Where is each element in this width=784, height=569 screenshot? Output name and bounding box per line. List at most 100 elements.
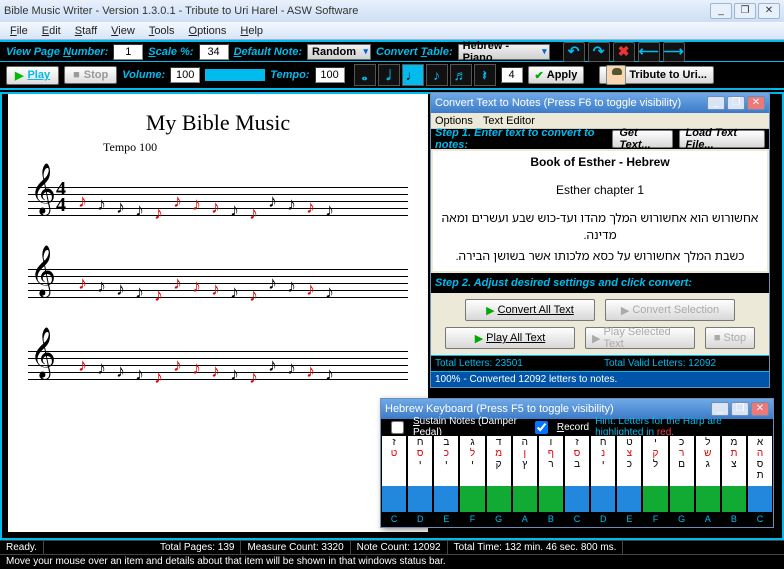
keyboard-key[interactable]: הןץA (512, 435, 538, 527)
note-value-input[interactable] (501, 67, 523, 83)
music-note[interactable]: ♪ (287, 358, 296, 379)
music-note[interactable]: ♪ (154, 367, 163, 388)
music-note[interactable]: ♪ (306, 279, 315, 300)
music-note[interactable]: ♪ (249, 203, 258, 224)
music-note[interactable]: ♪ (135, 364, 144, 385)
music-note[interactable]: ♪ (287, 276, 296, 297)
menu-options[interactable]: Options (183, 24, 233, 38)
menu-tools[interactable]: Tools (143, 24, 181, 38)
hkb-close-icon[interactable]: ✕ (751, 402, 769, 416)
tempo-input[interactable] (315, 67, 345, 83)
music-note[interactable]: ♪ (97, 276, 106, 297)
volume-slider[interactable] (205, 69, 265, 81)
menu-help[interactable]: Help (234, 24, 269, 38)
play-selected-button[interactable]: ▶Play Selected Text (585, 327, 695, 349)
music-note[interactable]: ♪ (173, 273, 182, 294)
music-note[interactable]: ♪ (154, 203, 163, 224)
delete-button[interactable] (613, 42, 635, 62)
play-all-button[interactable]: ▶Play All Text (445, 327, 575, 349)
default-note-select[interactable]: Random (307, 44, 371, 60)
music-note[interactable]: ♪ (268, 355, 277, 376)
music-note[interactable]: ♪ (116, 361, 125, 382)
keyboard-key[interactable]: מתצB (721, 435, 747, 527)
ctt-menu-options[interactable]: Options (435, 115, 473, 127)
redo-button[interactable] (588, 42, 610, 62)
menu-view[interactable]: View (105, 24, 141, 38)
convert-all-button[interactable]: ▶Convert All Text (465, 299, 595, 321)
keyboard-key[interactable]: חניD (590, 435, 616, 527)
menu-edit[interactable]: Edit (36, 24, 67, 38)
note-eighth[interactable]: ♪ (426, 64, 448, 86)
music-note[interactable]: ♪ (211, 361, 220, 382)
hkb-restore-icon[interactable]: ❐ (731, 402, 749, 416)
music-note[interactable]: ♪ (211, 197, 220, 218)
music-note[interactable]: ♪ (154, 285, 163, 306)
stop-button[interactable]: ■ Stop (64, 66, 117, 84)
keyboard-key[interactable]: כרםG (669, 435, 695, 527)
hkb-minimize-icon[interactable]: _ (711, 402, 729, 416)
keyboard-key[interactable]: זסבC (564, 435, 590, 527)
music-note[interactable]: ♪ (306, 361, 315, 382)
scale-input[interactable] (199, 44, 229, 60)
keyboard-key[interactable]: לשגA (695, 435, 721, 527)
convert-table-select[interactable]: Hebrew - Piano (458, 44, 550, 60)
music-note[interactable]: ♪ (116, 279, 125, 300)
music-note[interactable]: ♪ (78, 191, 87, 212)
music-note[interactable]: ♪ (268, 273, 277, 294)
convert-selection-button[interactable]: ▶Convert Selection (605, 299, 735, 321)
note-whole[interactable]: 𝅝 (354, 64, 376, 86)
window-restore-icon[interactable]: ❐ (734, 3, 756, 19)
window-close-icon[interactable]: ✕ (758, 3, 780, 19)
get-text-button[interactable]: Get Text... (612, 130, 672, 148)
music-note[interactable]: ♪ (211, 279, 220, 300)
music-note[interactable]: ♪ (97, 358, 106, 379)
menu-file[interactable]: File (4, 24, 34, 38)
keyboard-key[interactable]: דמקG (486, 435, 512, 527)
play-button[interactable]: ▶Play (6, 66, 59, 85)
menu-staff[interactable]: Staff (69, 24, 103, 38)
sustain-checkbox[interactable] (391, 421, 404, 434)
music-note[interactable]: ♪ (249, 367, 258, 388)
music-note[interactable]: ♪ (325, 282, 334, 303)
nav-right-button[interactable] (663, 42, 685, 62)
music-note[interactable]: ♪ (192, 358, 201, 379)
music-note[interactable]: ♪ (192, 276, 201, 297)
ctt-stop-button[interactable]: ■ Stop (705, 327, 755, 349)
dialog-close-icon[interactable]: ✕ (747, 96, 765, 110)
keyboard-key[interactable]: אהסתC (747, 435, 773, 527)
apply-button[interactable]: ✔Apply (528, 66, 585, 84)
window-minimize-icon[interactable]: _ (710, 3, 732, 19)
dialog-minimize-icon[interactable]: _ (707, 96, 725, 110)
music-note[interactable]: ♪ (230, 200, 239, 221)
note-sixteenth[interactable]: ♬ (450, 64, 472, 86)
load-text-file-button[interactable]: Load Text File... (679, 130, 765, 148)
music-note[interactable]: ♪ (230, 282, 239, 303)
music-note[interactable]: ♪ (306, 197, 315, 218)
music-note[interactable]: ♪ (173, 191, 182, 212)
dialog-titlebar[interactable]: Convert Text to Notes (Press F6 to toggl… (431, 93, 769, 113)
keyboard-key[interactable]: טצכE (616, 435, 642, 527)
note-quarter[interactable]: ♩ (402, 64, 424, 86)
music-note[interactable]: ♪ (325, 364, 334, 385)
keyboard-key[interactable]: זטC (381, 435, 407, 527)
music-note[interactable]: ♪ (97, 194, 106, 215)
music-note[interactable]: ♪ (135, 200, 144, 221)
nav-left-button[interactable] (638, 42, 660, 62)
text-content-area[interactable]: Book of Esther - Hebrew Esther chapter 1… (433, 151, 767, 271)
keyboard-key[interactable]: וףרB (538, 435, 564, 527)
convert-text-dialog[interactable]: Convert Text to Notes (Press F6 to toggl… (430, 92, 770, 388)
music-note[interactable]: ♪ (230, 364, 239, 385)
keyboard-key[interactable]: יקלF (642, 435, 668, 527)
dialog-restore-icon[interactable]: ❐ (727, 96, 745, 110)
keyboard-key[interactable]: בכיE (433, 435, 459, 527)
music-note[interactable]: ♪ (287, 194, 296, 215)
record-checkbox[interactable] (535, 421, 548, 434)
music-note[interactable]: ♪ (135, 282, 144, 303)
note-half[interactable]: 𝅗𝅥 (378, 64, 400, 86)
volume-input[interactable] (170, 67, 200, 83)
score-paper[interactable]: My Bible Music Tempo 100 𝄞 44 ♪♪♪♪♪♪♪♪♪♪… (8, 94, 428, 532)
view-page-input[interactable] (113, 44, 143, 60)
tribute-button[interactable]: Tribute to Uri... (599, 66, 714, 84)
undo-button[interactable] (563, 42, 585, 62)
ctt-menu-texteditor[interactable]: Text Editor (483, 115, 535, 127)
